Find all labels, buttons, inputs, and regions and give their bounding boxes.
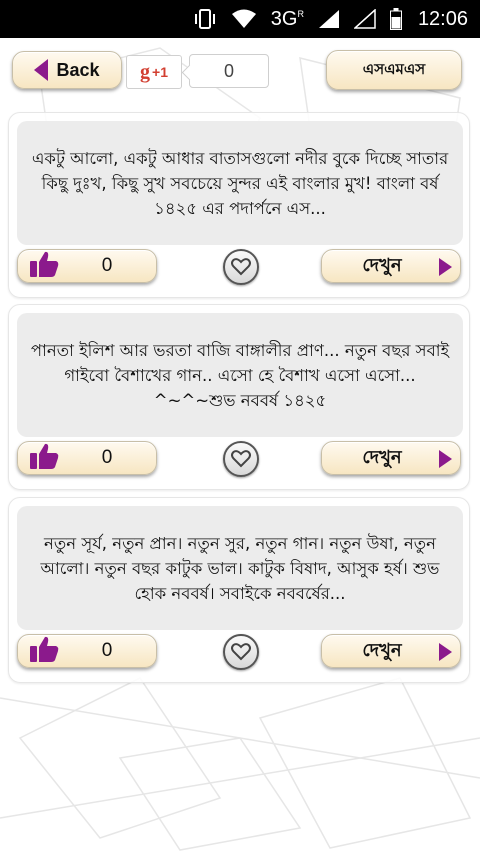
gplus-label: g (140, 60, 151, 83)
sms-text[interactable]: একটু আলো, একটু আধার বাতাসগুলো নদীর বুকে … (17, 121, 463, 245)
sms-text[interactable]: নতুন সূর্য, নতুন প্রান। নতুন সুর, নতুন গ… (17, 506, 463, 630)
heart-icon (231, 450, 251, 468)
status-bar: 3G R 12:06 (0, 0, 480, 38)
like-count: 0 (101, 447, 113, 468)
see-label: দেখুন (362, 639, 402, 661)
favorite-button[interactable] (223, 249, 259, 285)
sms-button[interactable]: এসএমএস (326, 50, 462, 90)
like-button[interactable]: 0 (17, 634, 157, 668)
play-arrow-icon (439, 643, 452, 661)
sms-label: এসএমএস (362, 59, 426, 78)
google-plus-button[interactable]: g +1 (126, 55, 182, 89)
like-button[interactable]: 0 (17, 441, 157, 475)
like-count: 0 (101, 255, 113, 276)
play-arrow-icon (439, 450, 452, 468)
heart-icon (231, 258, 251, 276)
see-button[interactable]: দেখুন (321, 634, 461, 668)
wifi-icon (231, 9, 257, 29)
clock: 12:06 (417, 7, 468, 30)
like-button[interactable]: 0 (17, 249, 157, 283)
heart-icon (231, 643, 251, 661)
signal-icon (318, 9, 340, 29)
sms-card: পানতা ইলিশ আর ভরতা বাজি বাঙ্গালীর প্রাণ.… (8, 304, 470, 490)
favorite-button[interactable] (223, 634, 259, 670)
sms-card: নতুন সূর্য, নতুন প্রান। নতুন সুর, নতুন গ… (8, 497, 470, 683)
header: Back g +1 0 এসএমএস (0, 38, 480, 106)
gplus-suffix: +1 (152, 64, 168, 80)
network-type: 3G R (270, 7, 304, 30)
like-count: 0 (101, 640, 113, 661)
sms-card: একটু আলো, একটু আধার বাতাসগুলো নদীর বুকে … (8, 112, 470, 298)
see-label: দেখুন (362, 254, 402, 276)
see-button[interactable]: দেখুন (321, 441, 461, 475)
see-button[interactable]: দেখুন (321, 249, 461, 283)
back-label: Back (56, 59, 100, 80)
back-button[interactable]: Back (12, 51, 122, 89)
gplus-count: 0 (189, 54, 269, 88)
back-arrow-icon (34, 59, 49, 81)
favorite-button[interactable] (223, 441, 259, 477)
vibrate-icon (193, 8, 217, 30)
see-label: দেখুন (362, 446, 402, 468)
play-arrow-icon (439, 258, 452, 276)
sms-text[interactable]: পানতা ইলিশ আর ভরতা বাজি বাঙ্গালীর প্রাণ.… (17, 313, 463, 437)
signal-2-icon (353, 9, 376, 29)
battery-icon (389, 8, 402, 30)
